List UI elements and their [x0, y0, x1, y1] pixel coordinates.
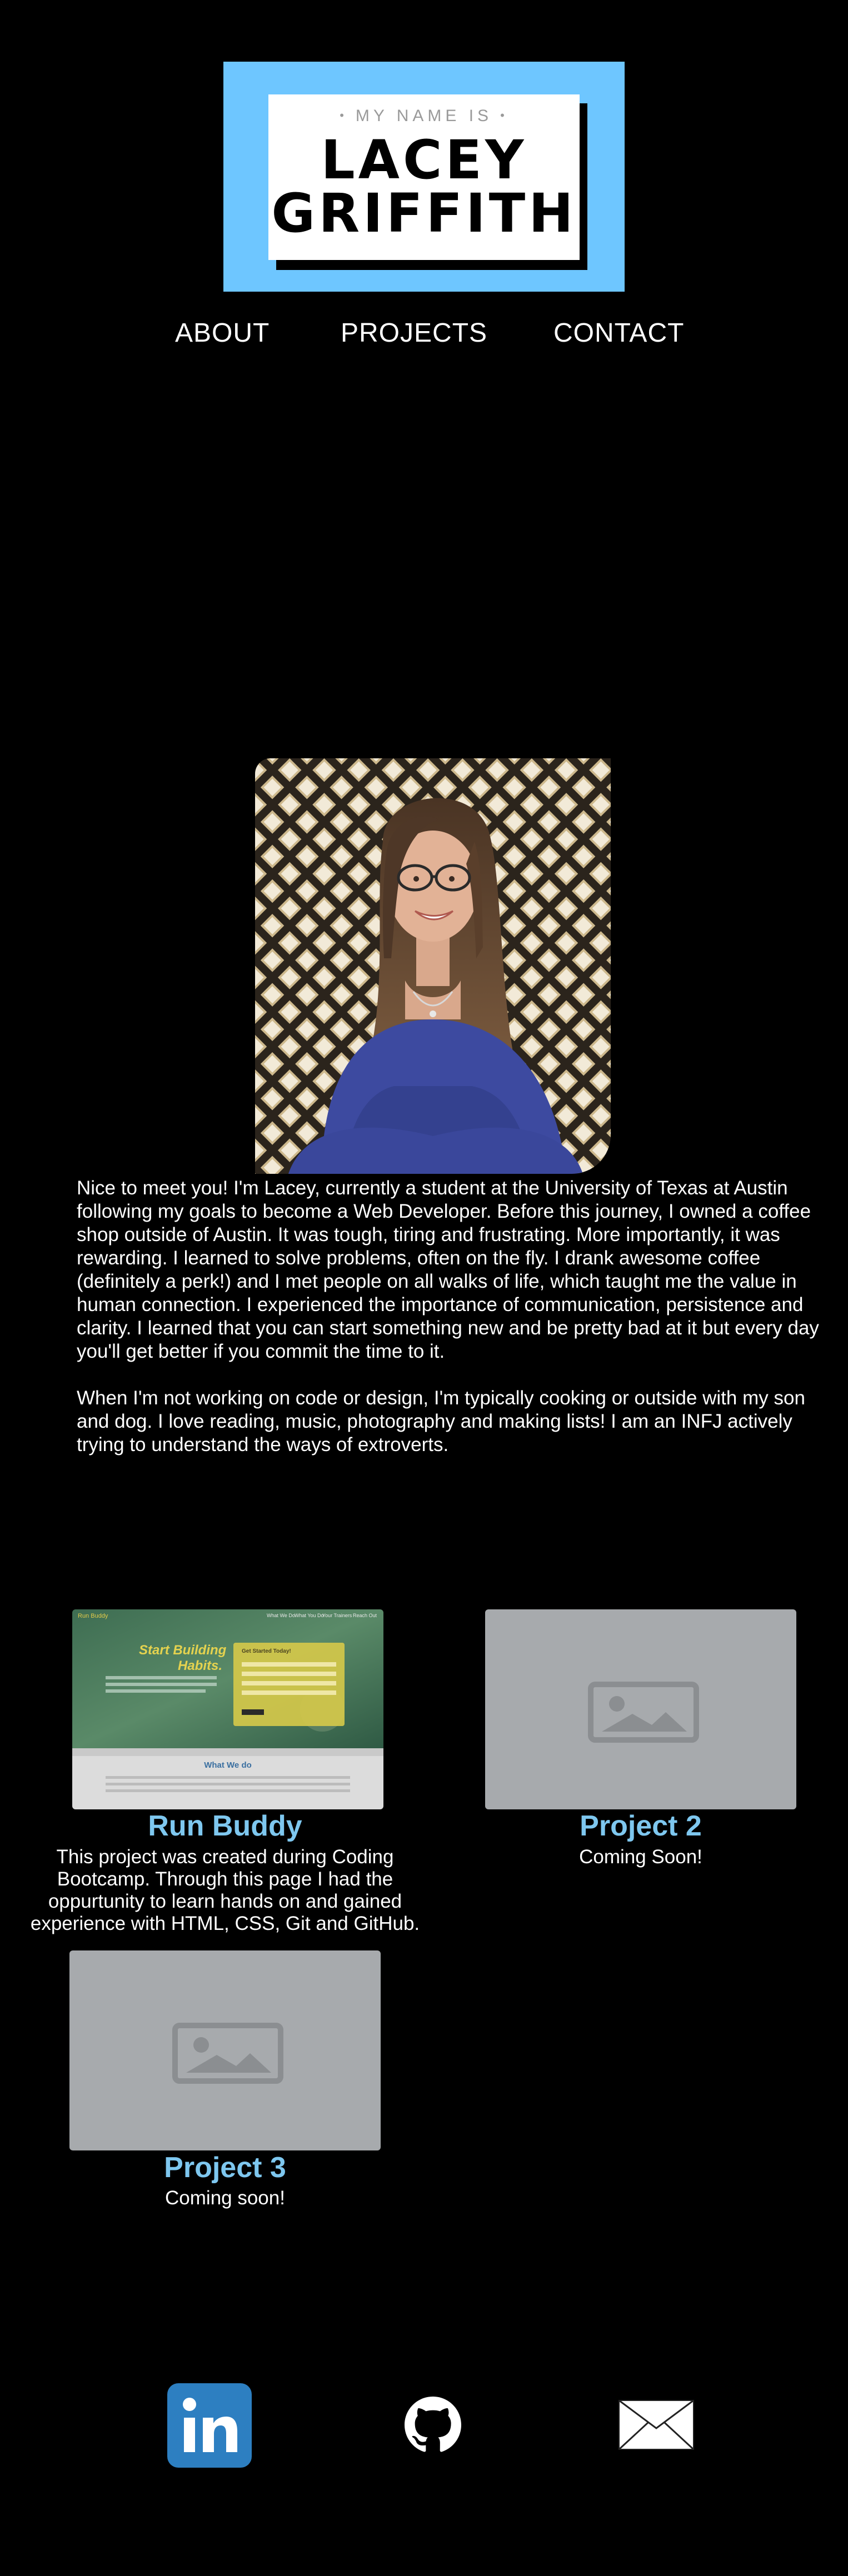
project-description: Coming Soon! — [579, 1846, 702, 1868]
github-icon[interactable] — [405, 2397, 461, 2456]
project-thumbnail-run-buddy[interactable]: Run Buddy What We Do What You Do Your Tr… — [72, 1609, 383, 1809]
image-placeholder-icon — [172, 2023, 283, 2084]
project-description: This project was created during Coding B… — [30, 1846, 420, 1934]
logo[interactable]: • MY NAME IS • LACEY GRIFFITH — [268, 94, 580, 260]
thumb-section-title: What We do — [204, 1760, 252, 1770]
project-thumbnail-project-3[interactable] — [69, 1950, 381, 2150]
profile-photo — [255, 758, 611, 1174]
about-paragraph: Nice to meet you! I'm Lacey, currently a… — [77, 1177, 819, 1362]
nav-about-link[interactable]: ABOUT — [175, 318, 270, 348]
nav-projects-link[interactable]: PROJECTS — [341, 318, 487, 348]
nav-contact-link[interactable]: CONTACT — [553, 318, 684, 348]
logo-first-name: LACEY — [321, 129, 527, 191]
thumb-nav-2: What You Do — [295, 1613, 324, 1618]
project-title[interactable]: Project 3 — [42, 2151, 408, 2184]
thumb-hero-line2: Habits. — [178, 1658, 223, 1673]
logo-name: LACEY GRIFFITH — [268, 133, 580, 240]
project-title[interactable]: Project 2 — [457, 1809, 824, 1843]
about-text: Nice to meet you! I'm Lacey, currently a… — [77, 1177, 828, 1480]
logo-pretitle: • MY NAME IS • — [340, 107, 508, 125]
linkedin-icon[interactable] — [167, 2383, 252, 2470]
thumb-form-title: Get Started Today! — [242, 1648, 291, 1654]
project-description: Coming soon! — [165, 2187, 285, 2209]
email-icon[interactable] — [618, 2399, 695, 2453]
thumb-hero-line1: Start Building — [139, 1643, 227, 1658]
thumb-nav-4: Reach Out — [353, 1613, 377, 1618]
about-paragraph: When I'm not working on code or design, … — [77, 1387, 805, 1455]
thumb-nav-3: Your Trainers — [322, 1613, 352, 1618]
logo-last-name: GRIFFITH — [271, 182, 577, 244]
project-title[interactable]: Run Buddy — [42, 1809, 408, 1843]
project-thumbnail-project-2[interactable] — [485, 1609, 796, 1809]
thumb-brand: Run Buddy — [78, 1613, 108, 1619]
thumb-nav-1: What We Do — [267, 1613, 295, 1618]
image-placeholder-icon — [588, 1682, 699, 1743]
